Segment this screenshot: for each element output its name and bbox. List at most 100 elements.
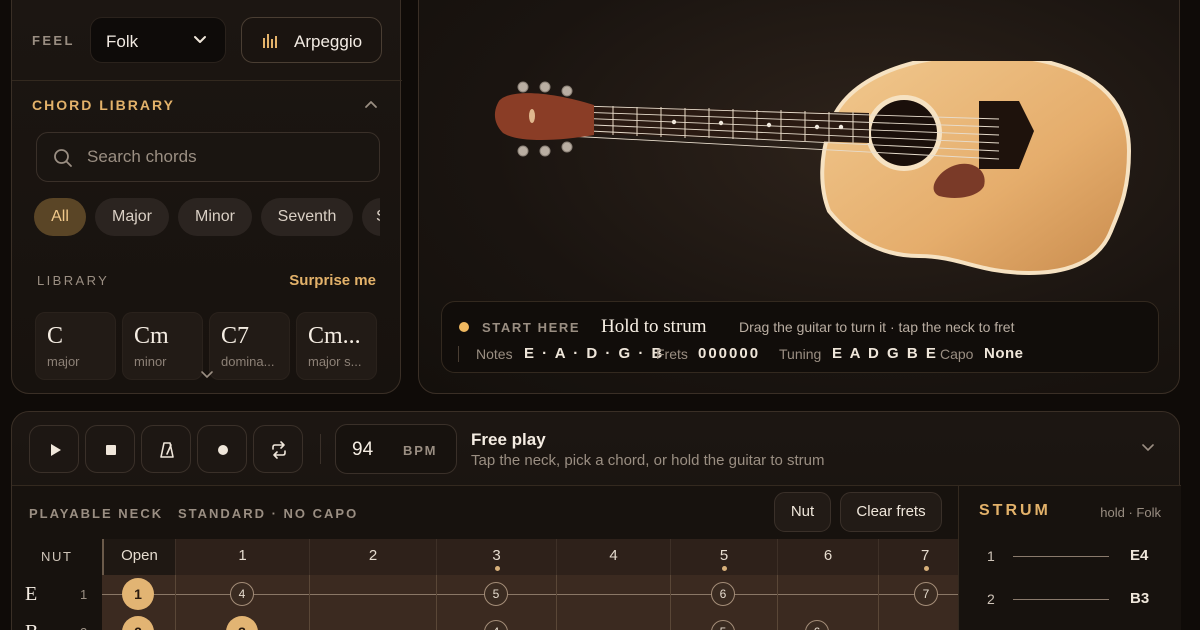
chevron-down-icon <box>194 36 206 43</box>
fret-marker[interactable]: 4 <box>484 620 508 630</box>
strum-string-number: 1 <box>987 548 995 564</box>
fret-number: 2 <box>368 547 378 564</box>
bpm-unit: BPM <box>403 443 438 458</box>
chord-card-cmaj7[interactable]: Cm... major s... <box>296 312 377 380</box>
guitar-illustration[interactable] <box>489 61 1139 291</box>
chevron-up-icon[interactable] <box>362 96 380 114</box>
feel-row: FEEL Folk Arpeggio <box>12 17 402 65</box>
strum-string-line <box>1013 599 1109 600</box>
fret-marker-open[interactable]: 2 <box>122 616 154 630</box>
filter-chip-seventh[interactable]: Seventh <box>261 198 353 236</box>
loop-icon <box>272 441 286 459</box>
chord-filter-row: All Major Minor Seventh S <box>34 198 380 236</box>
arpeggio-label: Arpeggio <box>294 32 363 51</box>
strum-string-row[interactable]: 1 E4 <box>959 540 1182 570</box>
string-row-e: E 1 1 4 5 6 7 <box>12 575 958 613</box>
surprise-me-link[interactable]: Surprise me <box>289 272 376 289</box>
chord-name: Cm... <box>308 323 361 349</box>
fret-marker-open[interactable]: 1 <box>122 578 154 610</box>
fret-inlay-dot <box>924 566 929 571</box>
chord-card-c[interactable]: C major <box>35 312 116 380</box>
status-dot <box>459 322 469 332</box>
left-panel: FEEL Folk Arpeggio CHORD LIBRARY Search … <box>11 0 402 394</box>
fret-marker[interactable]: 4 <box>230 582 254 606</box>
fretboard-row: 1 4 5 6 7 <box>102 575 958 613</box>
fret-marker[interactable]: 5 <box>711 620 735 630</box>
chord-name: Cm <box>134 323 169 349</box>
filter-chip-minor[interactable]: Minor <box>178 198 252 236</box>
toolbar-separator <box>320 434 321 464</box>
neck-title: PLAYABLE NECK <box>29 506 164 521</box>
fret-marker[interactable]: 3 <box>226 616 258 630</box>
metronome-button[interactable] <box>141 425 191 473</box>
search-chords-box <box>36 132 380 182</box>
chord-library-title: CHORD LIBRARY <box>32 97 175 113</box>
start-here-card: START HERE Hold to strum Drag the guitar… <box>441 301 1159 373</box>
nut-header: NUT <box>12 539 102 575</box>
arpeggio-button[interactable]: Arpeggio <box>241 17 382 63</box>
fretboard-row: 2 3 4 5 6 <box>102 613 958 630</box>
loop-button[interactable] <box>253 425 303 473</box>
guitar-stage-panel: START HERE Hold to strum Drag the guitar… <box>418 0 1180 394</box>
chord-card-cm[interactable]: Cm minor <box>122 312 203 380</box>
fret-number: 1 <box>238 547 247 564</box>
fret-marker[interactable]: 7 <box>914 582 938 606</box>
strum-panel: STRUM hold · Folk 1 E4 2 B3 <box>958 486 1181 630</box>
filter-chip-all[interactable]: All <box>34 198 86 236</box>
notes-value: E · A · D · G · B <box>524 345 665 362</box>
feel-select[interactable]: Folk <box>90 17 226 63</box>
mode-subtitle: Tap the neck, pick a chord, or hold the … <box>471 452 825 469</box>
chevron-down-icon[interactable] <box>200 370 214 380</box>
playable-neck: PLAYABLE NECK STANDARD · NO CAPO Nut Cle… <box>12 486 958 630</box>
record-button[interactable] <box>197 425 247 473</box>
fret-inlay-dot <box>722 566 727 571</box>
bpm-input[interactable]: 94 BPM <box>335 424 457 474</box>
fret-header-5: 5 <box>670 539 777 575</box>
filter-chip-more[interactable]: S <box>362 198 380 236</box>
fret-marker[interactable]: 5 <box>484 582 508 606</box>
stop-icon <box>106 445 116 455</box>
strum-string-line <box>1013 556 1109 557</box>
start-here-title: Hold to strum <box>601 316 707 337</box>
chord-kind: domina... <box>221 354 275 369</box>
fret-marker[interactable]: 6 <box>805 620 829 630</box>
headstock <box>494 93 594 140</box>
clear-frets-button[interactable]: Clear frets <box>840 492 942 532</box>
fret-header-4: 4 <box>556 539 670 575</box>
fret-marker[interactable]: 6 <box>711 582 735 606</box>
strum-title: STRUM <box>979 502 1051 519</box>
fret-header-1: 1 <box>175 539 309 575</box>
fret-number: 7 <box>921 547 930 564</box>
chord-name: C <box>47 323 64 349</box>
fret-header-6: 6 <box>777 539 878 575</box>
fret-header-7: 7 <box>878 539 958 575</box>
fret-number: 5 <box>719 547 729 564</box>
capo-key: Capo <box>940 346 974 362</box>
start-here-label: START HERE <box>482 320 581 335</box>
search-icon <box>54 149 72 167</box>
soundhole <box>871 100 937 166</box>
frets-value: 000000 <box>698 345 761 362</box>
filter-chip-major[interactable]: Major <box>95 198 169 236</box>
stop-button[interactable] <box>85 425 135 473</box>
chord-kind: major s... <box>308 354 362 369</box>
fret-inlay-dot <box>494 566 500 571</box>
search-chords-input[interactable] <box>87 143 367 171</box>
strum-string-row[interactable]: 2 B3 <box>959 583 1182 613</box>
chord-kind: major <box>47 354 80 369</box>
nut-button[interactable]: Nut <box>774 492 831 532</box>
string-name: B <box>25 621 38 630</box>
fret-header-2: 2 <box>309 539 436 575</box>
play-button[interactable] <box>29 425 79 473</box>
meta-separator <box>458 346 459 362</box>
notes-key: Notes <box>476 346 513 362</box>
fret-number: 3 <box>492 547 501 564</box>
chord-card-c7[interactable]: C7 domina... <box>209 312 290 380</box>
bars-icon <box>263 34 277 48</box>
tuning-value: E A D G B E <box>832 345 938 362</box>
strum-string-number: 2 <box>987 591 995 607</box>
nut-header-label: NUT <box>41 549 73 564</box>
metronome-icon <box>160 442 174 458</box>
start-here-hint: Drag the guitar to turn it · tap the nec… <box>739 319 1015 335</box>
chevron-down-icon[interactable] <box>1140 442 1156 454</box>
